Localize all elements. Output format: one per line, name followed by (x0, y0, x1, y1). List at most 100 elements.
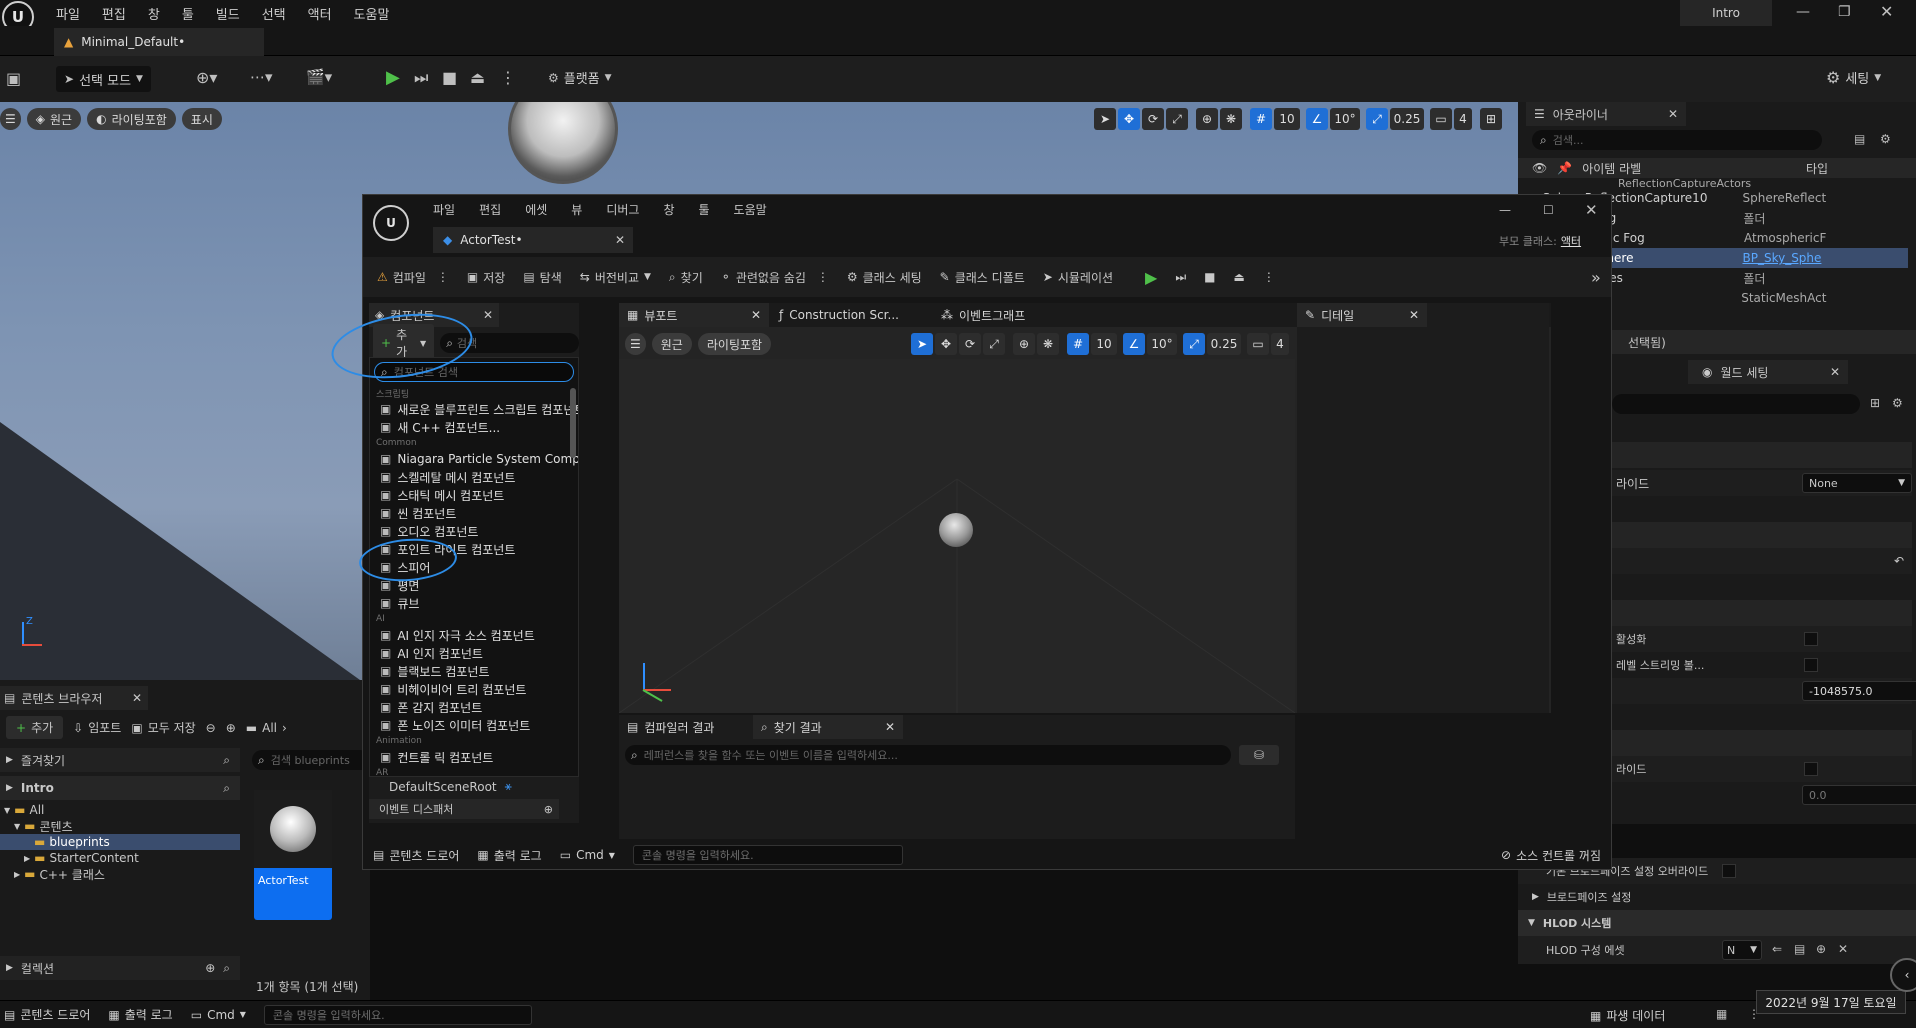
console-input[interactable]: 콘솔 명령을 입력하세요. (263, 1004, 532, 1025)
save-all-button[interactable]: ▣ 모두 저장 (131, 719, 195, 736)
rotate-tool-icon[interactable]: ⟳ (1142, 108, 1164, 130)
numeric-input[interactable]: 0.0 (1802, 785, 1916, 805)
close-tab-icon[interactable]: ✕ (1668, 107, 1678, 121)
col-item-label[interactable]: 아이템 라벨 (1582, 160, 1641, 177)
add-icon[interactable]: ⊕ (1816, 942, 1826, 956)
close-tab-icon[interactable]: ✕ (885, 720, 895, 734)
menu-help[interactable]: 도움말 (354, 4, 390, 23)
component-list-item[interactable]: ▣ 폰 감지 컴포넌트 (370, 698, 578, 716)
reset-icon[interactable]: ↶ (1894, 554, 1904, 568)
angle-snap-value[interactable]: 10° (1147, 333, 1177, 355)
bp-maximize-icon[interactable]: ☐ (1543, 203, 1554, 217)
asset-tile[interactable]: ActorTest (254, 790, 332, 920)
menu-select[interactable]: 선택 (262, 4, 286, 23)
show-button[interactable]: 표시 (181, 108, 222, 130)
bp-menu-file[interactable]: 파일 (433, 201, 455, 218)
bp-minimize-icon[interactable]: — (1499, 203, 1511, 217)
browse-asset-icon[interactable]: ▤ (1794, 942, 1805, 956)
component-list-item[interactable]: ▣ 새로운 블루프린트 스크립트 컴포넌트... (370, 400, 578, 418)
back-icon[interactable]: ⊖ (206, 721, 216, 735)
bp-menu-tools[interactable]: 툴 (699, 201, 710, 218)
close-tab-icon[interactable]: ✕ (1409, 308, 1419, 322)
use-selected-icon[interactable]: ⇐ (1772, 942, 1782, 956)
network-icon[interactable]: ▦ (1716, 1007, 1727, 1021)
angle-snap-value[interactable]: 10° (1330, 108, 1360, 130)
grid-snap-value[interactable]: 10 (1091, 333, 1117, 355)
save-icon[interactable]: ▣ (6, 69, 21, 88)
checkbox[interactable] (1804, 658, 1818, 672)
settings-button[interactable]: ⚙ 세팅 ▼ (1826, 68, 1881, 87)
tree-item-blueprints[interactable]: ▬ blueprints (0, 834, 240, 850)
viewport-tab[interactable]: ▦ 뷰포트 ✕ (619, 303, 769, 327)
scale-snap-value[interactable]: 0.25 (1390, 108, 1424, 130)
camera-speed-icon[interactable]: ▭ (1430, 108, 1452, 130)
outliner-row-truncated[interactable]: ReflectionCaptureActors (1518, 178, 1908, 188)
event-graph-tab[interactable]: ⁂ 이벤트그래프 (933, 303, 1073, 327)
component-list-item[interactable]: ▣ 새 C++ 컴포넌트... (370, 418, 578, 436)
world-local-icon[interactable]: ⊕ (1196, 108, 1218, 130)
tree-item-content[interactable]: ▼ ▬ 콘텐츠 (0, 818, 240, 834)
event-dispatcher-header[interactable]: 이벤트 디스패처 ⊕ (369, 799, 559, 819)
component-list-item[interactable]: ▣ AI 인지 자극 소스 컴포넌트 (370, 626, 578, 644)
component-list-item[interactable]: ▣ 블랙보드 컴포넌트 (370, 662, 578, 680)
favorites-header[interactable]: ▶ 즐겨찾기 ⌕ (0, 748, 240, 772)
menu-edit[interactable]: 편집 (102, 4, 126, 23)
maximize-icon[interactable]: ❐ (1838, 4, 1851, 20)
bp-menu-asset[interactable]: 에셋 (525, 201, 547, 218)
close-tab-icon[interactable]: ✕ (483, 308, 493, 322)
viewport-layout-icon[interactable]: ⊞ (1480, 108, 1502, 130)
add-dispatcher-icon[interactable]: ⊕ (544, 803, 553, 816)
grid-snap-value[interactable]: 10 (1274, 108, 1300, 130)
output-log-button[interactable]: ▦ 출력 로그 (108, 1006, 172, 1023)
more-options-icon[interactable]: ⋮ (500, 68, 516, 87)
default-scene-root[interactable]: DefaultSceneRoot ⚹ (389, 779, 512, 794)
lit-button[interactable]: ◐ 라이팅포함 (87, 108, 176, 130)
bp-output-log-button[interactable]: ▦ 출력 로그 (477, 847, 541, 864)
content-drawer-button[interactable]: ▤ 콘텐츠 드로어 (4, 1006, 90, 1023)
bp-menu-debug[interactable]: 디버그 (606, 201, 639, 218)
details-tab[interactable]: ✎ 디테일 ✕ (1297, 303, 1427, 327)
angle-snap-icon[interactable]: ∠ (1123, 333, 1145, 355)
menu-build[interactable]: 빌드 (216, 4, 240, 23)
tree-item-starter-content[interactable]: ▶ ▬ StarterContent (0, 850, 240, 866)
compiler-results-tab[interactable]: ▤ 컴파일러 결과 (619, 715, 749, 739)
diff-button[interactable]: ⇆ 버전비교 ▼ (580, 269, 651, 286)
add-folder-icon[interactable]: ▤ (1854, 132, 1865, 146)
prop-row[interactable]: ▶ 브로드페이즈 설정 (1518, 884, 1916, 910)
details-search[interactable] (1612, 394, 1860, 414)
stop-icon[interactable]: ■ (442, 68, 457, 87)
close-tab-icon[interactable]: ✕ (132, 691, 142, 705)
menu-file[interactable]: 파일 (56, 4, 80, 23)
outliner-search[interactable]: ⌕ 검색... (1532, 130, 1822, 150)
component-list-item[interactable]: ▣ 폰 노이즈 이미터 컴포넌트 (370, 716, 578, 734)
bp-cmd-dropdown[interactable]: ▭ Cmd ▼ (560, 848, 615, 862)
browse-button[interactable]: ▤ 탐색 (523, 269, 561, 286)
search-icon[interactable]: ⌕ (223, 781, 230, 796)
bp-content-drawer-button[interactable]: ▤ 콘텐츠 드로어 (373, 847, 459, 864)
visibility-icon[interactable]: 👁 (1532, 161, 1547, 175)
bp-logo-icon[interactable]: U (373, 205, 409, 241)
menu-actor[interactable]: 액터 (308, 4, 332, 23)
collections-header[interactable]: ▶ 컬렉션 ⊕ ⌕ (0, 956, 240, 980)
bp-eject-icon[interactable]: ⏏ (1234, 270, 1245, 284)
select-tool-icon[interactable]: ➤ (1094, 108, 1116, 130)
camera-speed-value[interactable]: 4 (1271, 333, 1289, 355)
details-settings-icon[interactable]: ⚙ (1892, 396, 1903, 410)
play-icon[interactable]: ▶ (386, 67, 400, 88)
checkbox[interactable] (1804, 632, 1818, 646)
class-settings-button[interactable]: ⚙ 클래스 세팅 (847, 269, 922, 286)
bp-lit-button[interactable]: 라이팅포함 (697, 333, 772, 355)
compile-button[interactable]: ⚠ 컴파일 ⋮ (377, 269, 449, 286)
search-icon[interactable]: ⌕ (223, 961, 230, 976)
scale-snap-value[interactable]: 0.25 (1207, 333, 1241, 355)
import-button[interactable]: ⇩ 임포트 (73, 719, 121, 736)
translate-tool-icon[interactable]: ✥ (935, 333, 957, 355)
viewport-menu-button[interactable]: ☰ (0, 108, 21, 130)
find-results-search[interactable]: ⌕ 레퍼런스를 찾을 함수 또는 이벤트 이름을 입력하세요... (625, 745, 1231, 765)
bp-menu-help[interactable]: 도움말 (734, 201, 767, 218)
surface-snap-icon[interactable]: ❋ (1220, 108, 1242, 130)
close-tab-icon[interactable]: ✕ (1830, 365, 1840, 379)
close-icon[interactable]: ✕ (1880, 2, 1893, 21)
component-list-item[interactable]: ▣ 큐브 (370, 594, 578, 612)
bp-perspective-button[interactable]: 원근 (651, 333, 692, 355)
